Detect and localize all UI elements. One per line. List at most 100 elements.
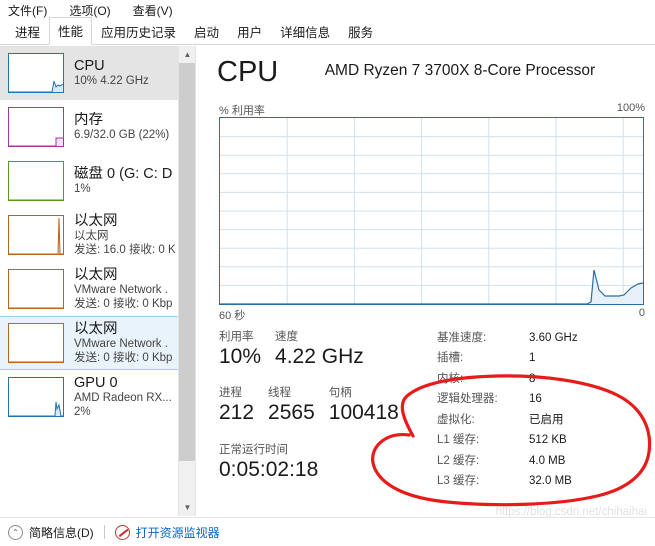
sidebar-item-cpu[interactable]: CPU 10% 4.22 GHz — [0, 46, 195, 100]
spec-cores: 内核: 8 — [437, 369, 653, 389]
sidebar-item-cpu-title: CPU — [74, 57, 105, 74]
stat-threads-value: 2565 — [268, 401, 315, 425]
graph-time-labels: 60 秒 0 — [219, 307, 645, 323]
graph-time-start: 60 秒 — [219, 310, 246, 322]
sidebar-item-disk0-title: 磁盘 0 (G: C: D — [74, 165, 173, 182]
cpu-specs-list: 基准速度: 3.60 GHz 插槽: 1 内核: 8 逻辑处理器: 16 虚拟化… — [437, 328, 653, 492]
spec-l3-cache: L3 缓存: 32.0 MB — [437, 471, 653, 491]
graph-y-label: % 利用率 — [219, 105, 265, 117]
stat-uptime-value: 0:05:02:18 — [219, 457, 319, 481]
scroll-down-icon[interactable]: ▼ — [179, 499, 195, 516]
stat-utilization-value: 10% — [219, 345, 262, 368]
ethernet2-thumbnail-graph — [8, 269, 64, 309]
sidebar-item-memory-sub: 6.9/32.0 GB (22%) — [74, 128, 170, 141]
menu-options[interactable]: 选项(O) — [69, 2, 110, 19]
stat-speed-value: 4.22 GHz — [275, 345, 364, 368]
cpu-model-name: AMD Ryzen 7 3700X 8-Core Processor — [324, 62, 596, 79]
sidebar-item-disk0-sub: 1% — [74, 182, 91, 195]
fewer-details-button[interactable]: ⌃ 简略信息(D) — [8, 524, 94, 541]
spec-cores-label: 内核: — [437, 372, 464, 385]
sidebar-item-ethernet-3-text: 以太网 VMware Network . 发送: 0 接收: 0 Kbp — [74, 321, 172, 365]
cpu-utilization-graph[interactable] — [219, 117, 644, 305]
scrollbar-thumb[interactable] — [179, 63, 195, 461]
spec-virtualization-label: 虚拟化: — [437, 413, 475, 426]
stat-utilization: 利用率 10% — [219, 328, 261, 370]
stat-processes: 进程 212 — [219, 384, 254, 426]
sidebar-scrollbar[interactable]: ▲ ▼ — [178, 46, 195, 516]
spec-l3-cache-label: L3 缓存: — [437, 475, 480, 488]
stat-speed-label: 速度 — [275, 331, 299, 343]
resource-sidebar: CPU 10% 4.22 GHz 内存 6.9/32.0 GB (22%) 磁盘… — [0, 46, 196, 516]
sidebar-item-cpu-text: CPU 10% 4.22 GHz — [74, 58, 149, 89]
spec-l3-cache-value: 32.0 MB — [529, 475, 572, 488]
open-resource-monitor-button[interactable]: 打开资源监视器 — [114, 524, 220, 541]
sidebar-item-gpu0[interactable]: GPU 0 AMD Radeon RX... 2% — [0, 370, 195, 424]
sidebar-item-ethernet-2-text: 以太网 VMware Network . 发送: 0 接收: 0 Kbp — [74, 267, 172, 311]
sidebar-item-ethernet-1-sub1: 以太网 — [74, 229, 109, 242]
menu-file[interactable]: 文件(F) — [8, 2, 47, 19]
stat-utilization-label: 利用率 — [219, 331, 254, 343]
tab-app-history[interactable]: 应用历史记录 — [92, 18, 185, 45]
cpu-detail-panel: CPU AMD Ryzen 7 3700X 8-Core Processor %… — [197, 46, 655, 516]
tab-users[interactable]: 用户 — [228, 18, 271, 45]
spec-sockets-value: 1 — [529, 352, 536, 365]
sidebar-item-cpu-sub: 10% 4.22 GHz — [74, 74, 149, 87]
sidebar-item-ethernet-2[interactable]: 以太网 VMware Network . 发送: 0 接收: 0 Kbp — [0, 262, 195, 316]
sidebar-item-ethernet-3-sub1: VMware Network . — [74, 337, 168, 350]
stats-row-1: 利用率 10% 速度 4.22 GHz — [219, 328, 434, 370]
spec-l1-cache-value: 512 KB — [529, 434, 567, 447]
spec-base-speed-value: 3.60 GHz — [529, 332, 578, 344]
stat-processes-label: 进程 — [219, 387, 242, 400]
scroll-up-icon[interactable]: ▲ — [179, 46, 195, 63]
stats-row-3: 正常运行时间 0:05:02:18 — [219, 441, 434, 483]
sidebar-item-memory[interactable]: 内存 6.9/32.0 GB (22%) — [0, 100, 195, 154]
spec-l2-cache-value: 4.0 MB — [529, 454, 566, 467]
menu-view[interactable]: 查看(V) — [133, 2, 173, 19]
spec-virtualization: 虚拟化: 已启用 — [437, 410, 653, 430]
spec-logical-processors-label: 逻辑处理器: — [437, 393, 498, 406]
spec-l1-cache: L1 缓存: 512 KB — [437, 430, 653, 450]
tab-startup[interactable]: 启动 — [185, 18, 228, 45]
stat-uptime: 正常运行时间 0:05:02:18 — [219, 441, 318, 483]
tab-processes[interactable]: 进程 — [6, 18, 49, 45]
resource-monitor-icon — [114, 524, 130, 540]
menu-bar: 文件(F) 选项(O) 查看(V) — [0, 0, 655, 20]
stat-processes-value: 212 — [219, 401, 255, 425]
sidebar-item-ethernet-3-sub2: 发送: 0 接收: 0 Kbp — [74, 351, 173, 364]
tab-services[interactable]: 服务 — [339, 18, 382, 45]
sidebar-item-ethernet-2-sub1: VMware Network . — [74, 283, 168, 296]
sidebar-item-ethernet-3[interactable]: 以太网 VMware Network . 发送: 0 接收: 0 Kbp — [0, 316, 195, 370]
tab-performance[interactable]: 性能 — [49, 17, 93, 45]
spec-base-speed: 基准速度: 3.60 GHz — [437, 328, 653, 348]
stat-handles: 句柄 100418 — [329, 384, 399, 426]
cpu-stats-left: 利用率 10% 速度 4.22 GHz 进程 212 线程 2565 句柄 10… — [219, 328, 434, 483]
sidebar-item-ethernet-1-title: 以太网 — [74, 212, 118, 229]
memory-thumbnail-graph — [8, 107, 64, 147]
sidebar-item-ethernet-1-text: 以太网 以太网 发送: 16.0 接收: 0 K — [74, 213, 176, 257]
stat-threads-label: 线程 — [268, 387, 292, 400]
spec-l2-cache-label: L2 缓存: — [437, 454, 480, 467]
open-resource-monitor-label[interactable]: 打开资源监视器 — [136, 524, 220, 541]
graph-time-end: 0 — [638, 307, 645, 319]
sidebar-item-memory-text: 内存 6.9/32.0 GB (22%) — [74, 112, 169, 143]
spec-cores-value: 8 — [529, 372, 536, 385]
sidebar-item-gpu0-sub2: 2% — [74, 405, 91, 418]
spec-l2-cache: L2 缓存: 4.0 MB — [437, 451, 653, 471]
sidebar-item-ethernet-1[interactable]: 以太网 以太网 发送: 16.0 接收: 0 K — [0, 208, 195, 262]
cpu-header: CPU AMD Ryzen 7 3700X 8-Core Processor — [217, 56, 647, 100]
spec-logical-processors: 逻辑处理器: 16 — [437, 389, 653, 409]
tab-strip: 进程 性能 应用历史记录 启动 用户 详细信息 服务 — [0, 17, 655, 45]
sidebar-item-gpu0-title: GPU 0 — [74, 374, 118, 391]
cpu-graph-svg — [220, 118, 643, 304]
sidebar-item-gpu0-text: GPU 0 AMD Radeon RX... 2% — [74, 375, 172, 419]
sidebar-item-disk0[interactable]: 磁盘 0 (G: C: D 1% — [0, 154, 195, 208]
sidebar-item-ethernet-3-title: 以太网 — [74, 320, 118, 337]
spec-base-speed-label: 基准速度: — [437, 332, 487, 344]
spec-logical-processors-value: 16 — [529, 393, 542, 406]
task-manager-window: 文件(F) 选项(O) 查看(V) 进程 性能 应用历史记录 启动 用户 详细信… — [0, 0, 655, 546]
stat-threads: 线程 2565 — [268, 384, 315, 426]
tab-details[interactable]: 详细信息 — [271, 18, 339, 45]
sidebar-item-disk0-text: 磁盘 0 (G: C: D 1% — [74, 166, 172, 197]
spec-sockets: 插槽: 1 — [437, 348, 653, 368]
page-title: CPU — [217, 56, 279, 88]
